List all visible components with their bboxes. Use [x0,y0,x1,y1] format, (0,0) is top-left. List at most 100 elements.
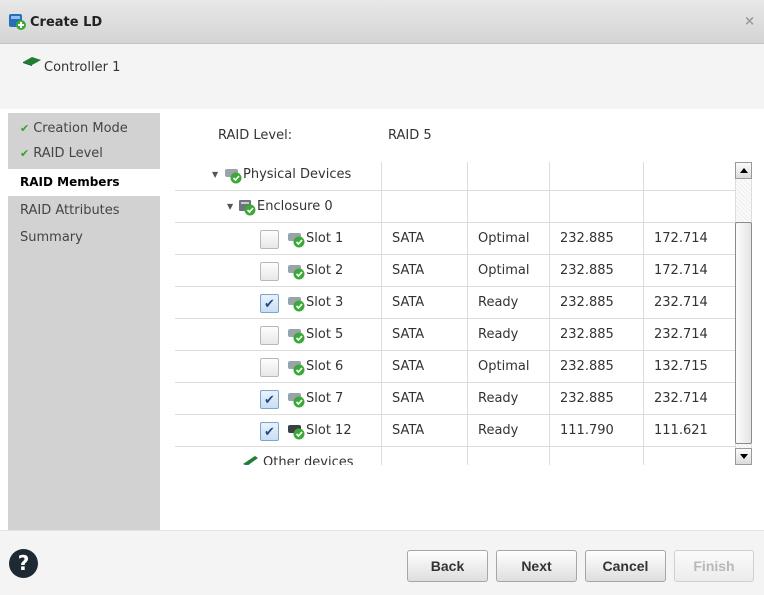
slot-checkbox[interactable] [260,358,279,377]
tree-cell [549,191,643,223]
step-label: RAID Attributes [20,203,120,218]
drive-icon [288,297,305,312]
tree-row-enclosure[interactable]: ▼ Enclosure 0 [175,191,735,223]
slot-name: Slot 2 [306,263,344,278]
drive-icon [288,233,305,248]
physical-devices-icon [225,169,242,184]
scroll-up-icon[interactable] [735,162,752,179]
slot-state: Ready [467,415,549,447]
dialog-footer: ? Back Next Cancel Finish [0,530,764,595]
step-summary[interactable]: Summary [8,224,160,251]
slot-checkbox[interactable] [260,417,279,448]
tree-row-slot[interactable]: Slot 7 SATA Ready 232.885 232.714 [175,383,735,416]
step-raid-level[interactable]: ✔ RAID Level [8,140,160,167]
tree-row-slot[interactable]: Slot 2 SATA Optimal 232.885 172.714 [175,255,735,287]
scroll-down-icon[interactable] [735,448,752,465]
device-tree-table: ▼ Physical Devices ▼ Enclosure 0 Slot 1 … [175,162,735,465]
tree-cell [643,447,735,465]
step-label: RAID Members [20,175,120,189]
other-devices-icon [243,456,258,465]
drive-icon [288,361,305,376]
create-ld-icon [9,14,26,30]
slot-name: Slot 6 [306,359,344,374]
tree-cell [467,447,549,465]
step-creation-mode[interactable]: ✔ Creation Mode [8,115,160,142]
help-icon[interactable]: ? [9,549,38,578]
slot-checkbox[interactable] [260,289,279,320]
expand-icon[interactable]: ▼ [212,162,218,190]
drive-icon [288,329,305,344]
tree-cell [643,191,735,223]
slot-checkbox[interactable] [260,262,279,281]
expand-icon[interactable]: ▼ [227,191,233,222]
slot-name: Slot 3 [306,295,344,310]
slot-checkbox[interactable] [260,326,279,345]
tree-cell [467,191,549,223]
tree-row-slot[interactable]: Slot 3 SATA Ready 232.885 232.714 [175,287,735,320]
tree-row-other-devices[interactable]: Other devices [175,447,735,465]
tree-cell [381,162,467,191]
step-label: Creation Mode [33,121,128,136]
slot-size: 232.885 [549,287,643,319]
tree-cell [549,162,643,191]
slot-name: Slot 5 [306,327,344,342]
close-icon[interactable]: × [744,14,755,29]
back-button[interactable]: Back [407,550,488,582]
tree-scrollbar[interactable] [735,162,752,465]
tree-cell: ▼ Physical Devices [175,162,381,191]
slot-bus: SATA [381,351,467,383]
slot-state: Optimal [467,255,549,287]
step-raid-members[interactable]: RAID Members [8,169,160,196]
slot-state: Ready [467,319,549,351]
tree-cell: Slot 2 [175,255,381,287]
tree-cell [549,447,643,465]
slot-state: Ready [467,383,549,415]
slot-free: 172.714 [643,223,735,255]
finish-button[interactable]: Finish [674,550,754,582]
raid-members-panel: RAID Level: RAID 5 ▼ Physical Devices ▼ [160,113,756,530]
tree-cell [381,191,467,223]
slot-free: 132.715 [643,351,735,383]
scrollbar-thumb[interactable] [735,222,752,444]
tree-cell: Slot 1 [175,223,381,255]
next-button[interactable]: Next [496,550,577,582]
tree-cell: Slot 12 [175,415,381,448]
cancel-button[interactable]: Cancel [585,550,666,582]
step-raid-attributes[interactable]: RAID Attributes [8,197,160,224]
tree-row-slot[interactable]: Slot 6 SATA Optimal 232.885 132.715 [175,351,735,383]
slot-bus: SATA [381,415,467,447]
slot-free: 232.714 [643,287,735,319]
controller-label: Controller 1 [44,60,121,75]
slot-state: Optimal [467,223,549,255]
slot-free: 111.621 [643,415,735,447]
controller-header: Controller 1 [0,44,764,109]
controller-icon [23,57,41,66]
slot-name: Slot 7 [306,391,344,406]
tree-cell: Other devices [175,447,381,465]
drive-icon [288,393,305,408]
dialog-title: Create LD [30,15,103,30]
slot-state: Optimal [467,351,549,383]
check-icon: ✔ [20,147,30,160]
tree-cell [643,162,735,191]
raid-level-value: RAID 5 [388,128,432,143]
tree-cell: ▼ Enclosure 0 [175,191,381,223]
slot-state: Ready [467,287,549,319]
tree-label: Enclosure 0 [257,199,333,214]
slot-name: Slot 12 [306,423,352,438]
slot-bus: SATA [381,287,467,319]
tree-row-slot[interactable]: Slot 5 SATA Ready 232.885 232.714 [175,319,735,351]
slot-checkbox[interactable] [260,385,279,416]
slot-size: 232.885 [549,351,643,383]
step-label: RAID Level [33,146,103,161]
slot-size: 232.885 [549,383,643,415]
slot-name: Slot 1 [306,231,344,246]
tree-cell [381,447,467,465]
slot-free: 232.714 [643,383,735,415]
tree-row-slot[interactable]: Slot 1 SATA Optimal 232.885 172.714 [175,223,735,255]
tree-label: Other devices [263,455,354,465]
tree-row-physical-devices[interactable]: ▼ Physical Devices [175,162,735,191]
check-icon: ✔ [20,122,30,135]
tree-row-slot[interactable]: Slot 12 SATA Ready 111.790 111.621 [175,415,735,448]
slot-checkbox[interactable] [260,230,279,249]
